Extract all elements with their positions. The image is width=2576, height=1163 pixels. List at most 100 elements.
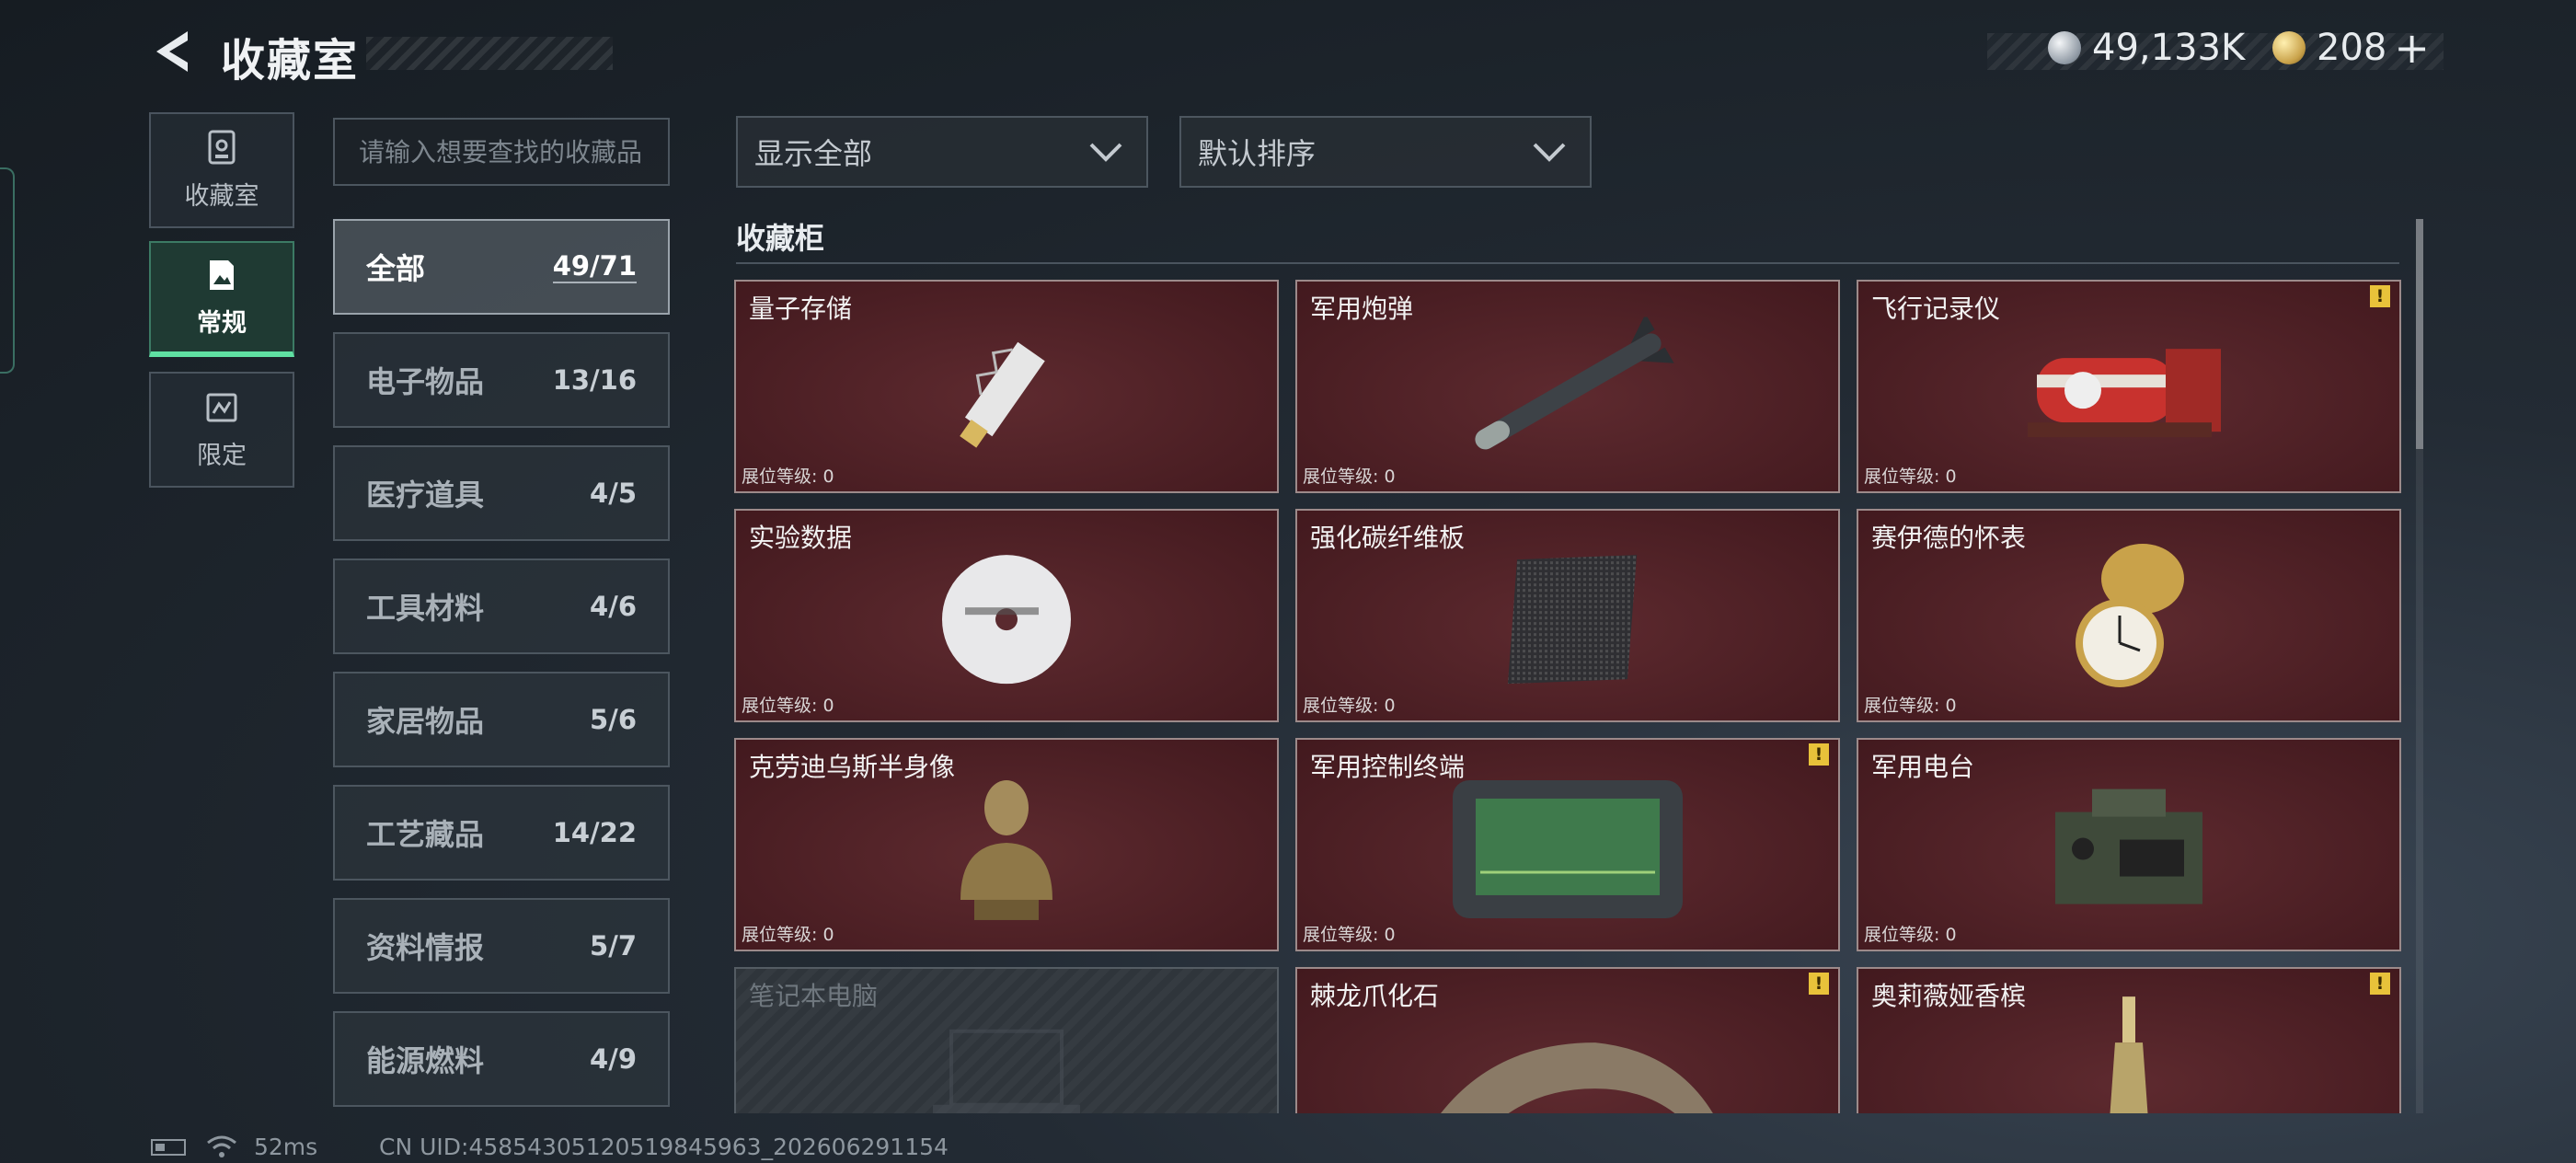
category-name: 电子物品 [366,364,485,399]
item-name: 强化碳纤维板 [1310,523,1466,553]
display-case-icon [208,130,236,164]
collection-item-card[interactable]: 笔记本电脑 [734,967,1279,1113]
item-display-level: 展位等级: 0 [1303,925,1396,945]
collection-item-card[interactable]: 赛伊德的怀表展位等级: 0 [1857,509,2401,722]
item-name: 量子存储 [749,294,853,324]
collection-item-card[interactable]: 军用电台展位等级: 0 [1857,738,2401,951]
item-name: 奥莉薇娅香槟 [1871,981,2027,1011]
collection-grid: 量子存储 展位等级: 0 军用炮弹 展位等级: 0 飞行记录仪 展位等级: 0! 实验数据展… [734,280,2401,1113]
search-input[interactable] [333,118,670,186]
category-count: 4/6 [590,591,637,622]
category-item[interactable]: 电子物品 13/16 [333,332,670,428]
add-currency-button[interactable]: + [2394,27,2430,69]
pocket-watch-icon [2055,542,2202,702]
item-display-level: 展位等级: 0 [742,696,834,716]
silver-coin-icon [2048,31,2081,64]
flight-recorder-icon [2009,321,2248,463]
collection-item-card[interactable]: 量子存储展位等级: 0 [734,280,1279,493]
warning-badge-icon: ! [2370,285,2390,307]
collection-item-card[interactable]: 实验数据展位等级: 0 [734,509,1279,722]
item-display-level: 展位等级: 0 [1864,466,1957,487]
collection-item-card[interactable]: 克劳迪乌斯半身像 展位等级: 0 [734,738,1279,951]
category-count: 4/5 [590,478,637,509]
rail-tab-regular[interactable]: 常规 [149,241,294,357]
category-count: 5/7 [590,930,637,961]
bust-icon [951,771,1062,931]
item-display-level: 展位等级: 0 [1303,466,1396,487]
scrollbar-thumb[interactable] [2416,219,2423,449]
control-terminal-icon [1443,771,1692,931]
section-divider [736,262,2399,264]
gold-coin-icon [2272,31,2306,64]
category-name: 工艺藏品 [366,817,485,852]
category-name: 医疗道具 [366,478,485,512]
category-item[interactable]: 资料情报 5/7 [333,898,670,994]
category-item[interactable]: 医疗道具 4/5 [333,445,670,541]
page-title: 收藏室 [221,35,360,86]
item-name: 笔记本电脑 [749,981,879,1011]
limited-icon [206,393,237,421]
warning-badge-icon: ! [2370,973,2390,995]
gold-currency-value: 208 [2317,27,2387,69]
back-arrow-icon[interactable] [147,26,199,77]
uid-readout: CN UID:4585430512051984596​3_20260629115… [379,1134,949,1160]
item-name: 飞行记录仪 [1871,294,2001,324]
item-name: 军用电台 [1871,752,1975,782]
collection-item-card[interactable]: 军用炮弹展位等级: 0 [1295,280,1840,493]
gold-currency: 208 + [2272,26,2430,70]
category-count: 13/16 [552,364,637,396]
laptop-icon [914,1013,1098,1113]
collection-item-card[interactable]: 飞行记录仪展位等级: 0! [1857,280,2401,493]
category-count: 4/9 [590,1043,637,1075]
category-item[interactable]: 能源燃料 4/9 [333,1011,670,1107]
wifi-icon [207,1135,236,1157]
disc-icon [937,550,1075,692]
champagne-icon [2097,987,2161,1113]
side-drawer-tab[interactable] [0,167,15,374]
item-display-level: 展位等级: 0 [1303,696,1396,716]
category-name: 全部 [366,251,426,286]
category-name: 资料情报 [366,930,485,965]
silver-currency: 49,133K [2048,26,2245,70]
item-display-level: 展位等级: 0 [1864,696,1957,716]
item-display-level: 展位等级: 0 [742,466,834,487]
category-item[interactable]: 全部 49/71 [333,219,670,315]
item-name: 赛伊德的怀表 [1871,523,2027,553]
collection-item-card[interactable]: 强化碳纤维板展位等级: 0 [1295,509,1840,722]
item-name: 军用炮弹 [1310,294,1414,324]
silver-currency-value: 49,133K [2092,27,2246,69]
warning-badge-icon: ! [1809,973,1829,995]
claw-fossil-icon [1393,987,1742,1113]
ping-readout: 52ms [254,1134,318,1160]
carbon-plate-icon [1489,550,1646,692]
category-name: 能源燃料 [366,1043,485,1078]
filter-dropdown-value: 显示全部 [754,136,873,171]
rail-tab-limited[interactable]: 限定 [149,372,294,488]
item-display-level: 展位等级: 0 [742,925,834,945]
category-item[interactable]: 家居物品 5/6 [333,672,670,767]
collection-item-card[interactable]: 棘龙爪化石展位等级: 0! [1295,967,1840,1113]
filter-dropdown[interactable]: 显示全部 [736,116,1148,188]
category-item[interactable]: 工具材料 4/6 [333,558,670,654]
item-name: 棘龙爪化石 [1310,981,1440,1011]
category-count: 14/22 [552,817,637,848]
sort-dropdown[interactable]: 默认排序 [1179,116,1592,188]
rail-label: 收藏室 [184,181,259,211]
collection-item-card[interactable]: 军用控制终端展位等级: 0! [1295,738,1840,951]
battery-icon [151,1139,186,1156]
collection-item-card[interactable]: 奥莉薇娅香槟展位等级: 0! [1857,967,2401,1113]
sort-dropdown-value: 默认排序 [1198,136,1317,171]
usb-drive-icon [933,321,1080,463]
section-title: 收藏柜 [736,221,825,256]
category-item[interactable]: 工艺藏品 14/22 [333,785,670,881]
item-display-level: 展位等级: 0 [1864,925,1957,945]
warning-badge-icon: ! [1809,743,1829,766]
item-name: 实验数据 [749,523,853,553]
title-decoration [366,37,613,70]
missile-icon [1443,314,1692,468]
picture-icon [210,259,234,290]
rail-label: 限定 [197,441,247,470]
rail-tab-collection-room[interactable]: 收藏室 [149,112,294,228]
category-count: 49/71 [552,250,637,283]
item-name: 军用控制终端 [1310,752,1466,782]
